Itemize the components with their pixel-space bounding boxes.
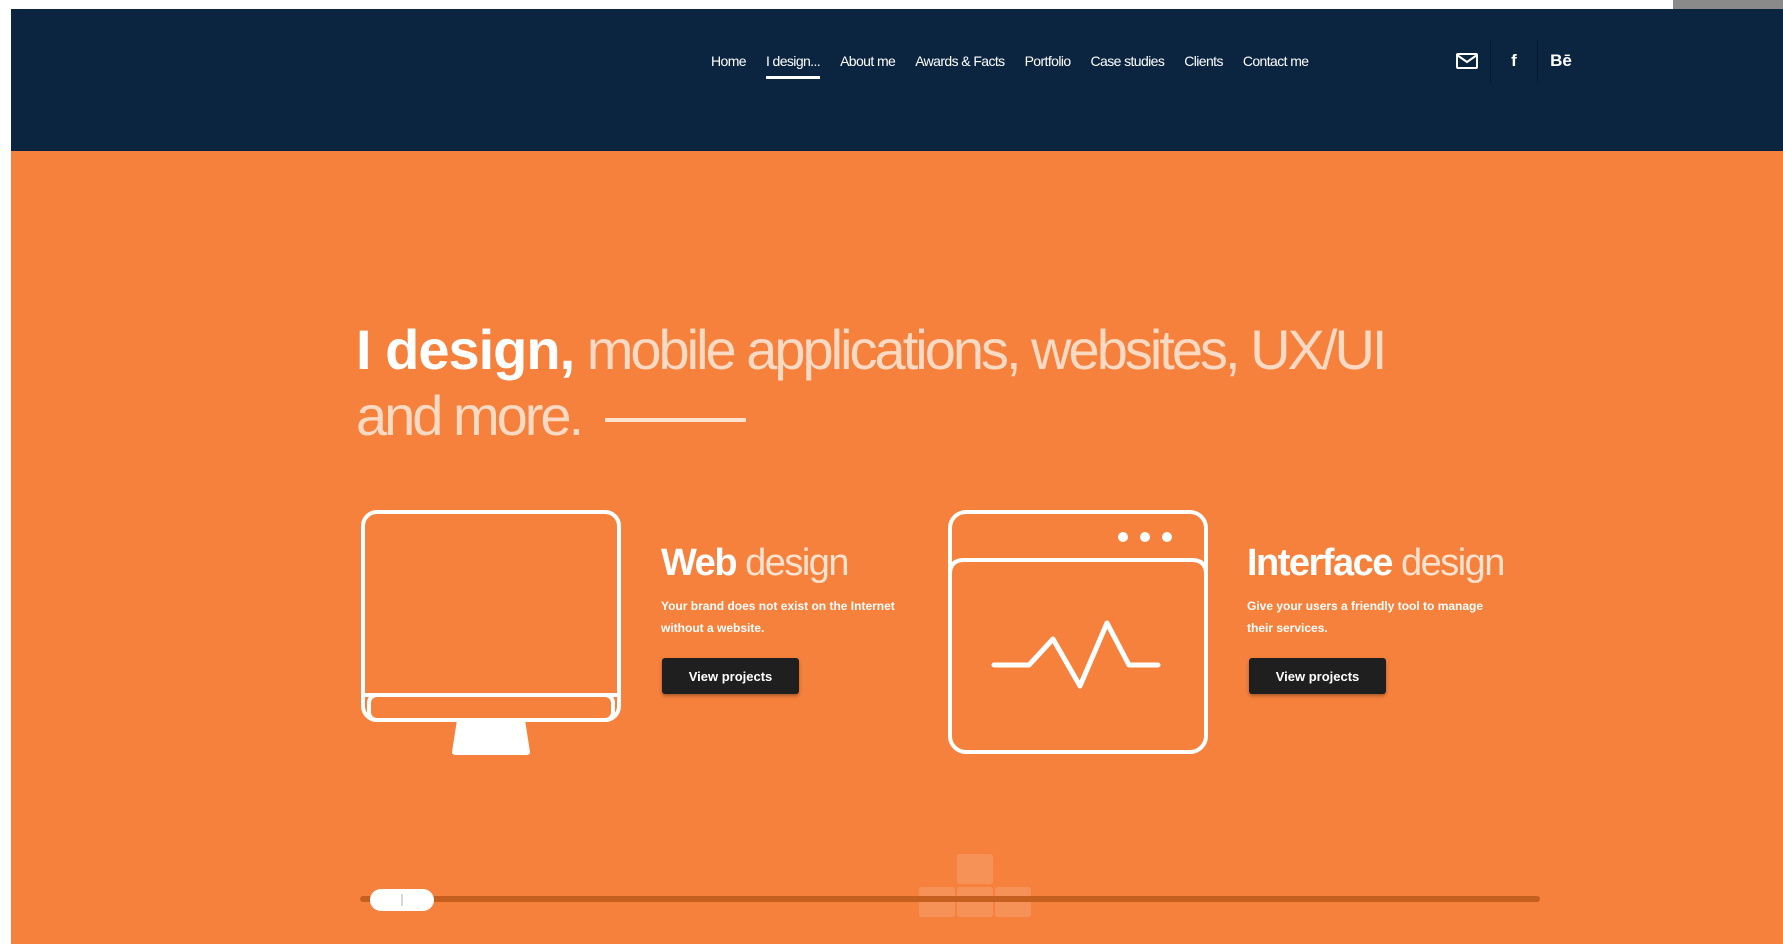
arrow-key-right-icon: [995, 887, 1031, 917]
header: Home I design... About me Awards & Facts…: [11, 9, 1783, 151]
nav-home[interactable]: Home: [711, 53, 747, 69]
service-title: Interface design: [1247, 542, 1505, 584]
arrow-key-down-icon: [957, 887, 993, 917]
nav-i-design[interactable]: I design...: [765, 53, 821, 79]
service-description: Give your users a friendly tool to manag…: [1247, 599, 1484, 635]
hero-strong: I design,: [356, 318, 575, 381]
mail-icon: [1456, 53, 1478, 69]
behance-button[interactable]: Bē: [1538, 39, 1584, 83]
facebook-icon: f: [1511, 51, 1517, 70]
main-nav: Home I design... About me Awards & Facts…: [711, 53, 1328, 79]
behance-icon: Bē: [1550, 51, 1572, 70]
social-links: f Bē: [1444, 39, 1584, 83]
hero-headline: I design, mobile applications, websites,…: [356, 317, 1388, 449]
slider-track[interactable]: [360, 896, 1540, 902]
nav-case-studies[interactable]: Case studies: [1091, 53, 1165, 69]
nav-contact-me[interactable]: Contact me: [1243, 53, 1309, 69]
page: Home I design... About me Awards & Facts…: [11, 9, 1783, 944]
view-projects-button[interactable]: View projects: [662, 658, 799, 694]
browser-window-icon: [948, 510, 1208, 754]
nav-portfolio[interactable]: Portfolio: [1025, 53, 1072, 69]
service-title: Web design: [661, 542, 850, 584]
mail-button[interactable]: [1444, 39, 1491, 83]
facebook-button[interactable]: f: [1491, 39, 1538, 83]
hero-line2: and more.: [356, 384, 584, 447]
nav-awards-facts[interactable]: Awards & Facts: [915, 53, 1005, 69]
hero-line1: mobile applications, websites, UX/UI: [574, 318, 1388, 381]
view-projects-button[interactable]: View projects: [1249, 658, 1386, 694]
slider-handle[interactable]: [370, 889, 434, 911]
headline-rule: [605, 418, 747, 423]
nav-about-me[interactable]: About me: [840, 53, 896, 69]
monitor-icon: [361, 510, 621, 755]
service-description: Your brand does not exist on the Interne…: [661, 599, 895, 635]
arrow-key-up-icon: [957, 854, 993, 884]
arrow-key-left-icon: [919, 887, 955, 917]
nav-clients[interactable]: Clients: [1184, 53, 1223, 69]
